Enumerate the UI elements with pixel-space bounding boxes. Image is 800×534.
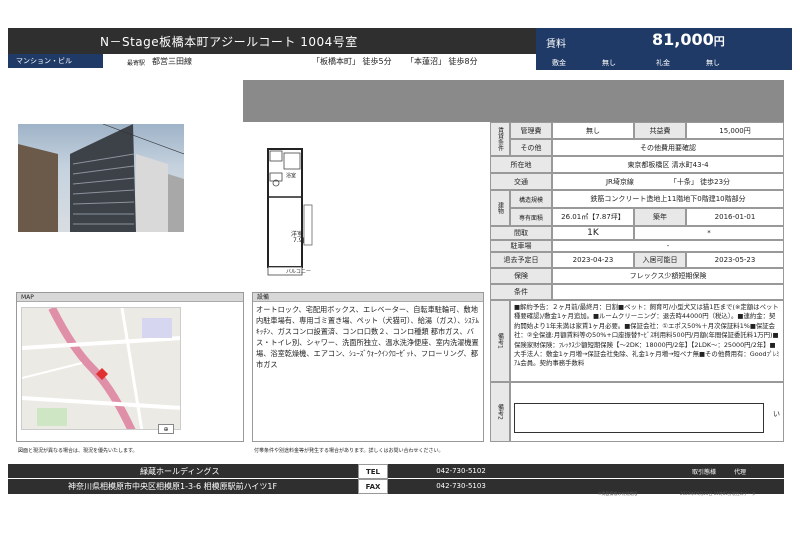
company-name: 緑蔵ホールディングス <box>140 467 220 476</box>
fax-number: 042-730-5103 <box>388 479 534 494</box>
remarks2-text: い <box>773 410 780 418</box>
mgmt-fee-value: 無し <box>552 122 634 139</box>
parking-value: - <box>552 240 784 252</box>
property-type-badge: マンション・ビル <box>8 54 103 68</box>
tel-number[interactable]: 042-730-5102 <box>388 464 534 479</box>
deal-type-label: 取引態様 <box>692 469 717 476</box>
remarks1-text: ■解約予告：２ヶ月前/最終月：日割■ペット：飼育可/小型犬又は猫1匹まで(※定額… <box>510 300 784 382</box>
station-2: 「本蓮沼」 徒歩8分 <box>406 57 478 66</box>
note-left: 図面と現況が異なる場合は、現況を優先いたします。 <box>18 448 138 454</box>
map-panel: MAP <box>16 292 244 442</box>
top-banner <box>243 80 784 122</box>
footer-company: 緑蔵ホールディングス <box>8 464 358 479</box>
tel-label: TEL <box>358 464 388 479</box>
floor-plan-balcony: バルコニー <box>286 269 311 275</box>
structure-value: 鉄筋コンクリート造地上11階地下0階建10階部分 <box>552 190 784 208</box>
floor-plan-bath: 浴室 <box>286 173 297 179</box>
line-name: 都営三田線 <box>152 57 192 66</box>
map-image[interactable] <box>21 307 181 430</box>
key-money-value: 無し <box>706 59 720 67</box>
equipment-panel: 設備 オートロック、宅配用ボックス、エレベーター、自転車駐輪可、敷地内駐車場有、… <box>252 292 484 442</box>
area-value: 26.01㎡【7.87坪】 <box>552 208 634 226</box>
layout-label: 間取 <box>490 226 552 240</box>
property-title: N－Stage板橋本町アジールコート 1004号室 <box>100 35 358 49</box>
other-fee-value: その他費用要確認 <box>552 139 784 156</box>
building-photo <box>18 124 184 232</box>
building-label: 建物 <box>490 190 510 226</box>
equipment-title: 設備 <box>253 293 483 302</box>
terms-value <box>552 284 784 300</box>
rent-amount: 81,000 <box>652 30 714 49</box>
rent-label: 賃料 <box>546 39 566 50</box>
map-zoom-icon[interactable]: ⊕ <box>158 424 174 434</box>
company-address: 神奈川県相模原市中央区相模原1-3-6 相模原駅前ハイツ1F <box>68 482 278 491</box>
deal-type-cell: 取引態様 代理 <box>534 464 784 479</box>
rent-value: 81,000円 <box>652 30 725 49</box>
remarks2-label: 備考2 <box>490 382 510 442</box>
insurance-label: 保険 <box>490 268 552 284</box>
rent-unit: 円 <box>713 35 725 48</box>
floor-plan-drawing <box>267 148 313 276</box>
address-label: 所在地 <box>490 156 552 173</box>
address-value: 東京都板橋区 清水町43-4 <box>552 156 784 173</box>
footer-address: 神奈川県相模原市中央区相模原1-3-6 相模原駅前ハイツ1F <box>8 479 358 494</box>
area-label: 専有面積 <box>510 208 552 226</box>
terms-label: 条件 <box>490 284 552 300</box>
structure-label: 構造規模 <box>510 190 552 208</box>
built-value: 2016-01-01 <box>686 208 784 226</box>
fine-print-1: ※掲載情報の有効期限 <box>598 491 638 496</box>
built-label: 築年 <box>634 208 686 226</box>
transport-line: JR埼京線 <box>605 177 634 186</box>
conditions-label: 賃貸条件 <box>490 122 510 156</box>
parking-label: 駐車場 <box>490 240 552 252</box>
layout-extra: * <box>634 226 784 240</box>
floor-plan <box>262 145 322 277</box>
deposit-label: 敷金 <box>552 59 566 67</box>
deposit-value: 無し <box>602 59 616 67</box>
movein-value: 2023-05-23 <box>686 252 784 268</box>
transport-value: JR埼京線 「十条」 徒歩23分 <box>552 173 784 190</box>
common-fee-value: 15,000円 <box>686 122 784 139</box>
fine-print-2: 2023年04月23日 14時05分現在のデータ <box>680 491 756 496</box>
mgmt-fee-label: 管理費 <box>510 122 552 139</box>
floor-plan-room-size: 7.9J <box>293 237 305 244</box>
details-table: 賃貸条件 管理費 無し 共益費 15,000円 その他 その他費用要確認 所在地… <box>490 122 784 442</box>
vacate-label: 退去予定日 <box>490 252 552 268</box>
equipment-text: オートロック、宅配用ボックス、エレベーター、自転車駐輪可、敷地内駐車場有、専用ゴ… <box>256 305 479 369</box>
vacate-value: 2023-04-23 <box>552 252 634 268</box>
map-drawing <box>22 308 180 429</box>
key-money-label: 礼金 <box>656 59 670 67</box>
remarks2-box: い <box>510 382 784 442</box>
map-title: MAP <box>17 293 243 302</box>
movein-label: 入居可能日 <box>634 252 686 268</box>
transport-station: 「十条」 徒歩23分 <box>669 177 731 186</box>
remarks2-inner <box>514 403 764 433</box>
station-1: 「板橋本町」 徒歩5分 <box>312 57 392 66</box>
other-fee-label: その他 <box>510 139 552 156</box>
remarks1-label: 備考1 <box>490 300 510 382</box>
line-label: 最寄駅 <box>127 60 146 67</box>
common-fee-label: 共益費 <box>634 122 686 139</box>
transport-label: 交通 <box>490 173 552 190</box>
building-illustration <box>18 124 184 232</box>
fax-label: FAX <box>358 479 388 494</box>
insurance-value: フレックス少額短期保険 <box>552 268 784 284</box>
layout-value: 1K <box>552 226 634 240</box>
deal-type-value: 代理 <box>734 469 747 476</box>
note-right: 付帯条件や別途料金等が発生する場合があります。詳しくはお問い合わせください。 <box>254 448 444 454</box>
